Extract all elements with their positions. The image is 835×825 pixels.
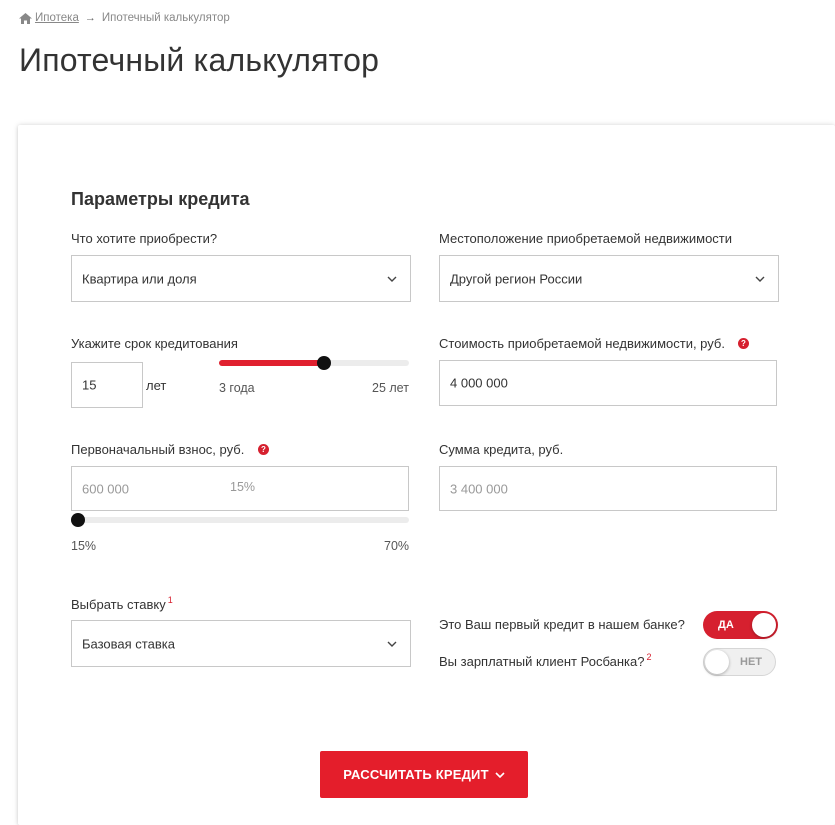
term-slider-max: 25 лет [372, 381, 409, 395]
chevron-down-icon [755, 276, 765, 282]
purchase-value: Квартира или доля [82, 271, 197, 286]
chevron-down-icon [495, 771, 505, 778]
chevron-down-icon [387, 276, 397, 282]
term-input[interactable]: 15 [71, 362, 143, 408]
property-cost-value: 4 000 000 [450, 375, 508, 391]
salary-client-label: Вы зарплатный клиент Росбанка? 2 [439, 652, 652, 669]
purchase-select[interactable]: Квартира или доля [71, 255, 411, 302]
breadcrumb-link-mortgage[interactable]: Ипотека [35, 12, 79, 24]
term-value: 15 [82, 377, 97, 393]
toggle-knob [752, 613, 776, 637]
location-value: Другой регион России [450, 271, 583, 286]
page-title: Ипотечный калькулятор [19, 42, 380, 78]
breadcrumb-current: Ипотечный калькулятор [101, 12, 230, 24]
down-payment-slider-max: 70% [384, 539, 410, 553]
rate-footnote: 1 [167, 595, 173, 605]
down-payment-slider-thumb[interactable] [71, 513, 85, 527]
rate-label-text: Выбрать ставку [71, 597, 166, 612]
purchase-label: Что хотите приобрести? [71, 231, 218, 246]
term-slider-min: 3 года [219, 381, 255, 395]
question-icon[interactable]: ? [738, 338, 749, 349]
term-label: Укажите срок кредитования [71, 336, 238, 351]
down-payment-label: Первоначальный взнос, руб. [71, 442, 245, 457]
home-icon [19, 12, 32, 24]
property-cost-input[interactable]: 4 000 000 [439, 360, 777, 406]
term-slider-fill [219, 360, 324, 366]
section-title: Параметры кредита [71, 189, 250, 209]
chevron-down-icon [387, 641, 397, 647]
question-icon[interactable]: ? [258, 444, 269, 455]
salary-client-toggle-label: НЕТ [740, 656, 762, 668]
loan-amount-placeholder: 3 400 000 [450, 481, 508, 496]
calculate-button-label: РАССЧИТАТЬ КРЕДИТ [343, 767, 489, 782]
down-payment-percent: 15% [230, 480, 256, 494]
salary-client-footnote: 2 [646, 652, 652, 662]
rate-label: Выбрать ставку 1 [71, 595, 173, 612]
rate-value: Базовая ставка [82, 636, 175, 651]
salary-client-toggle[interactable]: НЕТ [703, 648, 776, 676]
breadcrumb-separator: → [84, 12, 96, 24]
property-cost-label: Стоимость приобретаемой недвижимости, ру… [439, 336, 725, 351]
down-payment-placeholder: 600 000 [82, 481, 129, 496]
first-credit-label: Это Ваш первый кредит в нашем банке? [439, 617, 685, 632]
term-slider-track[interactable] [219, 360, 409, 366]
breadcrumb: Ипотека → Ипотечный калькулятор [19, 10, 230, 26]
calculate-button[interactable]: РАССЧИТАТЬ КРЕДИТ [320, 751, 528, 798]
salary-client-label-text: Вы зарплатный клиент Росбанка? [439, 654, 645, 669]
first-credit-toggle-label: ДА [718, 619, 734, 631]
first-credit-toggle[interactable]: ДА [703, 611, 778, 639]
toggle-knob [705, 650, 729, 674]
location-label: Местоположение приобретаемой недвижимост… [439, 231, 733, 246]
location-select[interactable]: Другой регион России [439, 255, 779, 302]
down-payment-slider-track[interactable] [71, 517, 409, 523]
loan-amount-input[interactable]: 3 400 000 [439, 466, 777, 511]
down-payment-input[interactable]: 600 000 15% [71, 466, 409, 511]
rate-select[interactable]: Базовая ставка [71, 620, 411, 667]
term-unit: лет [146, 378, 167, 393]
term-slider-thumb[interactable] [316, 356, 331, 370]
down-payment-slider-min: 15% [71, 539, 97, 553]
loan-amount-label: Сумма кредита, руб. [439, 442, 564, 457]
